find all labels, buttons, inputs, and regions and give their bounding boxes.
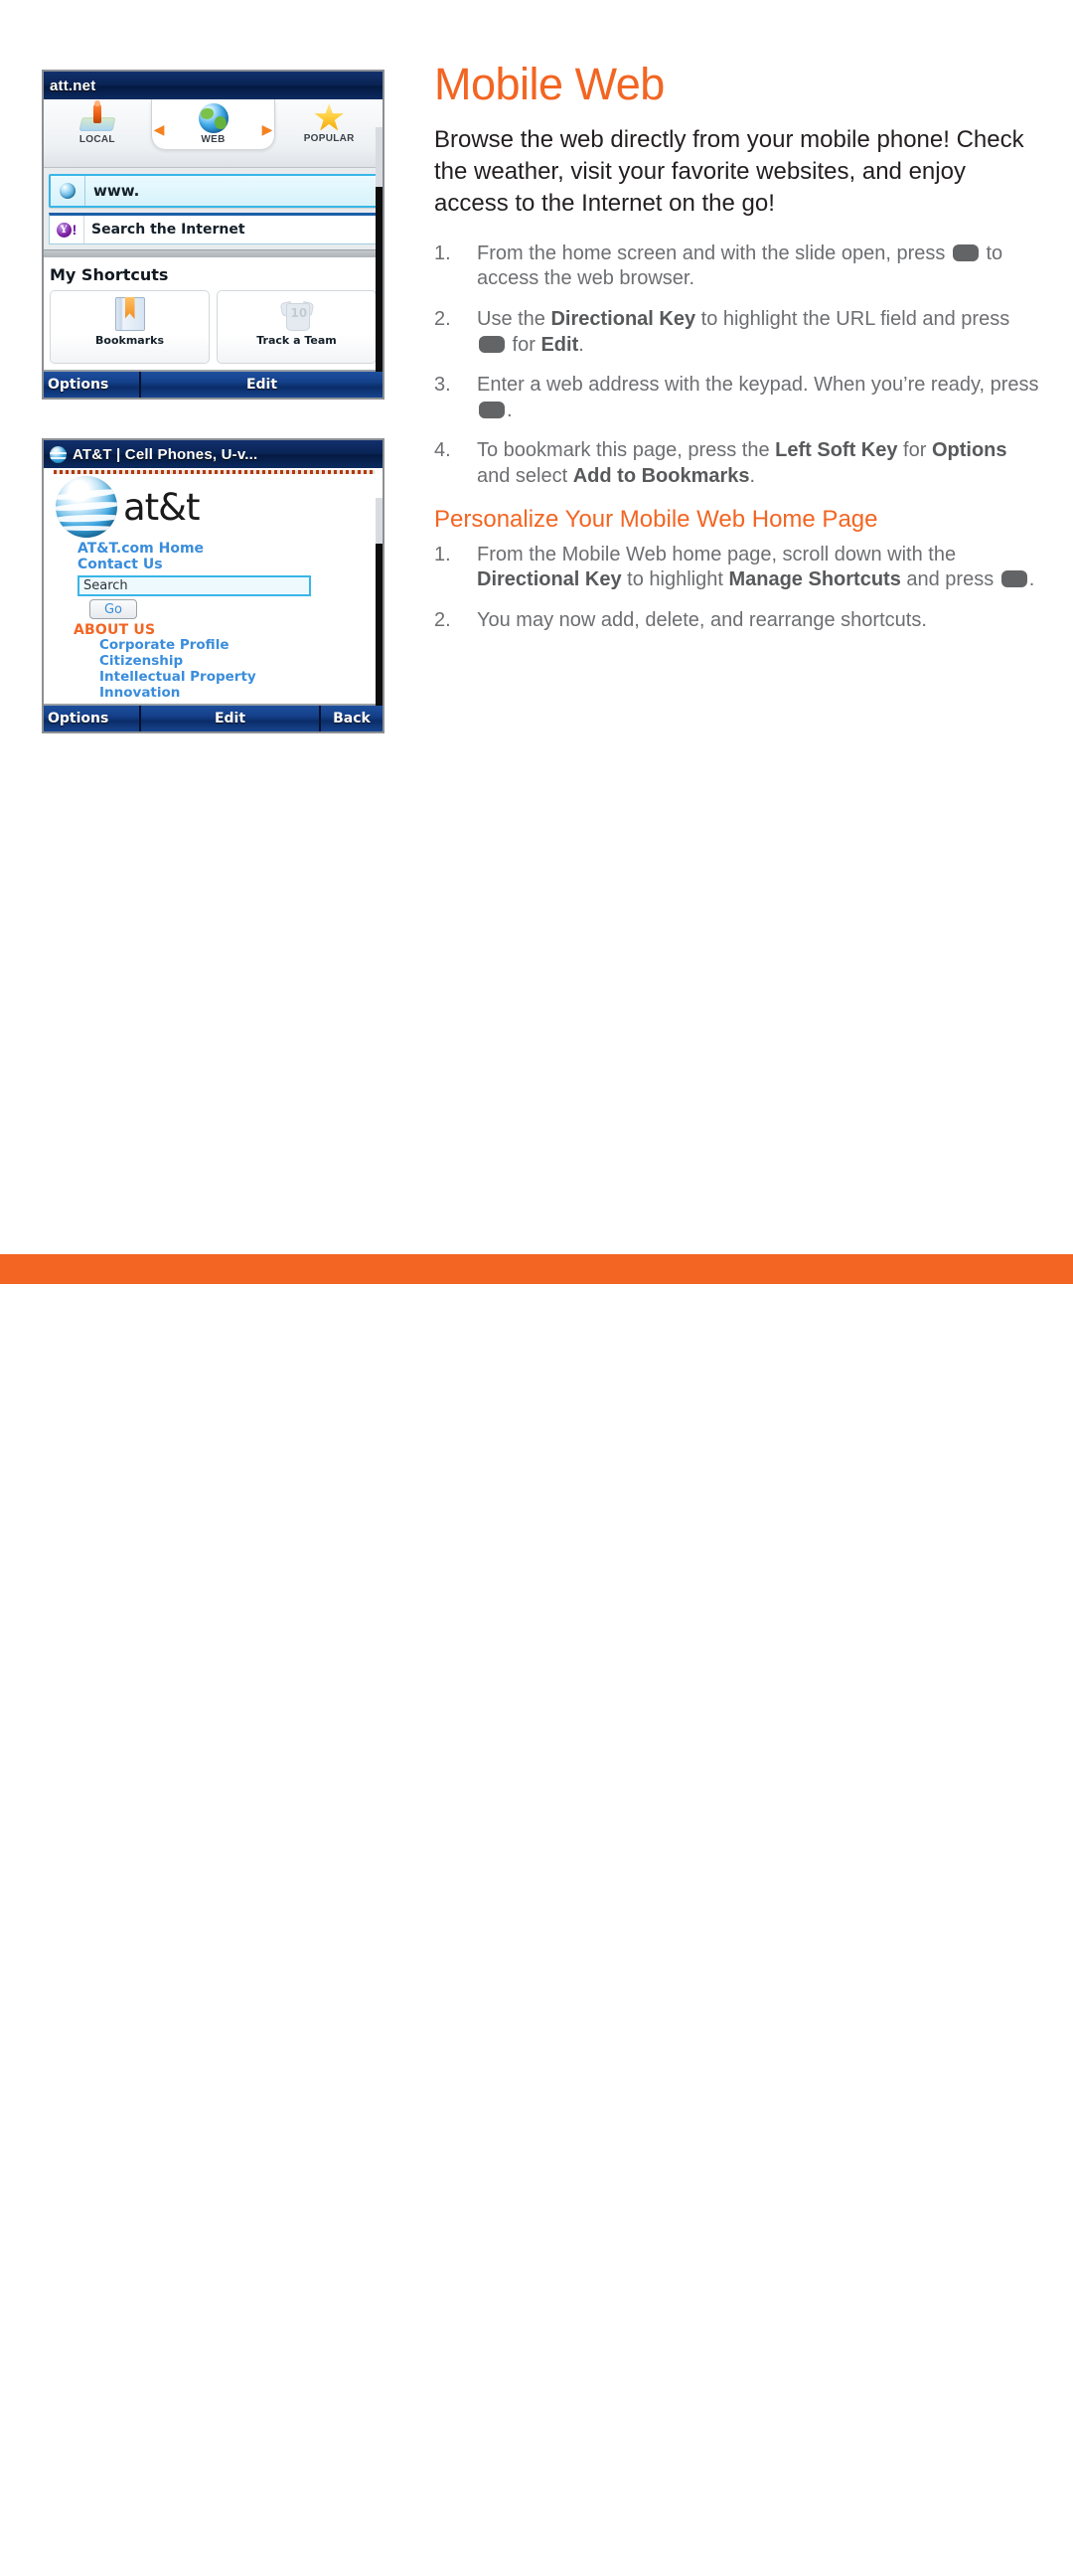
yahoo-icon: Y! bbox=[56, 222, 77, 238]
home-carousel[interactable]: LOCAL ◀ ▶ WEB POPULAR bbox=[44, 99, 383, 168]
site-section-link-0[interactable]: Corporate Profile bbox=[99, 637, 375, 654]
shortcut-label-track-a-team: Track a Team bbox=[256, 334, 337, 347]
site-section-link-2[interactable]: Intellectual Property bbox=[99, 669, 375, 686]
section-subhead: Personalize Your Mobile Web Home Page bbox=[434, 506, 878, 534]
home-softkey-bar: Options Edit bbox=[44, 370, 383, 398]
chevron-right-icon[interactable]: ▶ bbox=[262, 121, 273, 138]
home-softkey-left[interactable]: Options bbox=[44, 372, 141, 398]
step-emphasis: Directional Key bbox=[477, 568, 622, 591]
site-content: at&t AT&T.com Home Contact Us Search Go … bbox=[44, 468, 383, 704]
shortcuts-grid: Bookmarks 10 Track a Team bbox=[50, 290, 377, 364]
bookmark-icon-wrap bbox=[114, 296, 145, 332]
globe-icon bbox=[60, 183, 76, 199]
site-section-link-1[interactable]: Citizenship bbox=[99, 653, 375, 670]
carousel-item-web[interactable]: ◀ ▶ WEB bbox=[150, 99, 276, 149]
step-item: Use the Directional Key to highlight the… bbox=[434, 307, 1010, 356]
map-pin-icon bbox=[78, 100, 116, 133]
att-globe-icon bbox=[50, 445, 67, 463]
url-field-value: www. bbox=[93, 182, 140, 200]
site-softkey-center[interactable]: Edit bbox=[141, 706, 319, 731]
step-item: To bookmark this page, press the Left So… bbox=[434, 438, 1007, 487]
center-select-key-icon bbox=[952, 243, 979, 261]
carousel-label-web: WEB bbox=[201, 134, 226, 145]
home-titlebar-text: att.net bbox=[50, 77, 96, 94]
steps-list-secondary: From the Mobile Web home page, scroll do… bbox=[434, 543, 1040, 634]
site-titlebar-text: AT&T | Cell Phones, U-v... bbox=[73, 445, 258, 463]
att-logo: at&t bbox=[56, 476, 375, 538]
url-globe-icon-cell bbox=[51, 176, 85, 206]
site-softkey-bar: Options Edit Back bbox=[44, 704, 383, 732]
search-the-internet-label: Search the Internet bbox=[91, 222, 245, 238]
center-select-key-icon bbox=[479, 401, 505, 418]
site-scrollbar[interactable] bbox=[376, 498, 383, 707]
jersey-icon: 10 bbox=[279, 298, 314, 331]
chevron-left-icon[interactable]: ◀ bbox=[154, 121, 165, 138]
site-top-rule bbox=[54, 470, 375, 474]
carousel-label-popular: POPULAR bbox=[303, 133, 355, 144]
home-divider bbox=[44, 249, 383, 257]
carousel-label-local: LOCAL bbox=[78, 134, 115, 145]
site-screen-body: at&t AT&T.com Home Contact Us Search Go … bbox=[44, 468, 383, 732]
site-section-link-3[interactable]: Innovation bbox=[99, 685, 375, 702]
site-search-input[interactable]: Search bbox=[77, 575, 311, 597]
steps-list-primary: From the home screen and with the slide … bbox=[434, 242, 1040, 490]
site-softkey-right[interactable]: Back bbox=[319, 706, 383, 732]
phone-screenshot-home: att.net LOCAL ◀ ▶ WEB POPULAR www. Y ! S… bbox=[42, 70, 384, 400]
my-shortcuts-heading: My Shortcuts bbox=[50, 265, 169, 284]
step-emphasis: Manage Shortcuts bbox=[728, 568, 901, 591]
site-link-contact[interactable]: Contact Us bbox=[77, 557, 375, 573]
site-link-home[interactable]: AT&T.com Home bbox=[77, 541, 375, 558]
step-emphasis: Edit bbox=[540, 333, 579, 356]
page-root: att.net LOCAL ◀ ▶ WEB POPULAR www. Y ! S… bbox=[0, 0, 1073, 2576]
center-select-key-icon bbox=[479, 335, 505, 353]
home-softkey-center[interactable]: Edit bbox=[141, 372, 383, 398]
site-go-button[interactable]: Go bbox=[89, 599, 137, 620]
phone-screenshot-site: AT&T | Cell Phones, U-v... at&t AT&T.com… bbox=[42, 438, 384, 734]
search-the-internet-row[interactable]: Y! Search the Internet bbox=[49, 213, 378, 244]
shortcut-bookmarks[interactable]: Bookmarks bbox=[50, 290, 210, 364]
home-screen-body: LOCAL ◀ ▶ WEB POPULAR www. Y ! Search th… bbox=[44, 99, 383, 398]
site-titlebar: AT&T | Cell Phones, U-v... bbox=[44, 440, 383, 468]
site-softkey-left[interactable]: Options bbox=[44, 706, 141, 732]
step-emphasis: Left Soft Key bbox=[775, 439, 898, 462]
home-titlebar: att.net bbox=[44, 72, 383, 99]
url-field[interactable]: www. bbox=[49, 174, 378, 208]
intro-paragraph: Browse the web directly from your mobile… bbox=[434, 126, 1024, 217]
star-icon bbox=[314, 103, 344, 131]
globe-icon bbox=[198, 103, 229, 133]
bookmark-icon bbox=[114, 297, 145, 331]
step-emphasis: Options bbox=[931, 439, 1007, 462]
page-title: Mobile Web bbox=[434, 59, 665, 109]
my-shortcuts-section: My Shortcuts Bookmarks 10 Track a Team bbox=[44, 257, 383, 370]
step-emphasis: Directional Key bbox=[550, 307, 696, 330]
shortcut-label-bookmarks: Bookmarks bbox=[95, 334, 164, 347]
jersey-icon-wrap: 10 bbox=[279, 296, 314, 332]
att-wordmark: at&t bbox=[123, 485, 201, 529]
footer-accent-bar bbox=[0, 1254, 1073, 1284]
yahoo-icon-cell: Y! bbox=[50, 216, 84, 243]
step-item: From the Mobile Web home page, scroll do… bbox=[434, 543, 1035, 591]
step-item: Enter a web address with the keypad. Whe… bbox=[434, 373, 1039, 421]
step-emphasis: Add to Bookmarks bbox=[572, 464, 750, 487]
article-column: Mobile Web Browse the web directly from … bbox=[434, 62, 1040, 649]
carousel-item-popular[interactable]: POPULAR bbox=[275, 99, 383, 144]
shortcut-track-a-team[interactable]: 10 Track a Team bbox=[217, 290, 377, 364]
step-item: From the home screen and with the slide … bbox=[434, 242, 1003, 290]
screenshot-column: att.net LOCAL ◀ ▶ WEB POPULAR www. Y ! S… bbox=[42, 70, 389, 734]
att-globe-logo-icon bbox=[56, 476, 117, 538]
center-select-key-icon bbox=[1000, 570, 1027, 588]
step-item: You may now add, delete, and rearrange s… bbox=[434, 608, 927, 633]
site-section-heading: ABOUT US bbox=[74, 622, 156, 639]
home-scrollbar[interactable] bbox=[376, 127, 383, 372]
carousel-item-local[interactable]: LOCAL bbox=[44, 99, 151, 145]
